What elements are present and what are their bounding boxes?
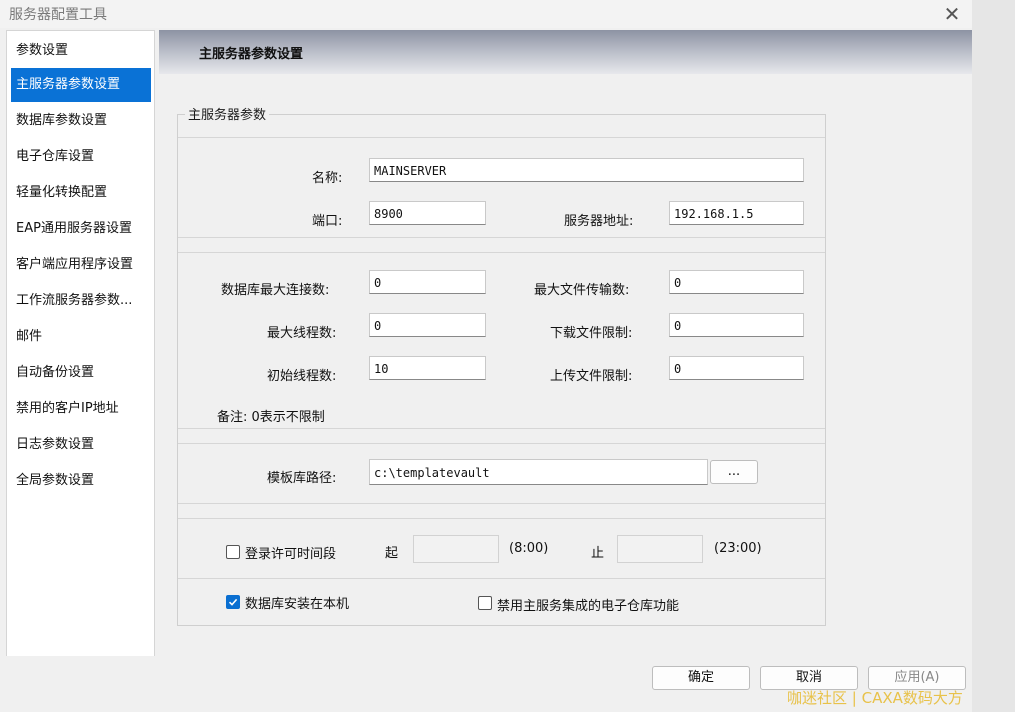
db-local-label: 数据库安装在本机: [245, 597, 350, 612]
max-file-transfers-input[interactable]: [669, 270, 804, 294]
sidebar-nav: 参数设置 主服务器参数设置 数据库参数设置 电子仓库设置 轻量化转换配置 EAP…: [6, 30, 155, 658]
template-path-label: 模板库路径:: [267, 471, 337, 486]
server-address-label: 服务器地址:: [564, 214, 634, 229]
port-label: 端口:: [312, 214, 343, 229]
sidebar-item-main-server[interactable]: 主服务器参数设置: [11, 68, 151, 102]
sidebar-item-global[interactable]: 全局参数设置: [11, 464, 151, 498]
group-title: 主服务器参数: [185, 104, 270, 123]
close-icon[interactable]: ✕: [932, 2, 972, 26]
db-max-connections-label: 数据库最大连接数:: [221, 283, 330, 298]
sidebar-item-vault[interactable]: 电子仓库设置: [11, 140, 151, 174]
login-time-label: 登录许可时间段: [245, 547, 337, 562]
window-title: 服务器配置工具: [9, 7, 107, 23]
initial-threads-input[interactable]: [369, 356, 486, 380]
sidebar-item-client-apps[interactable]: 客户端应用程序设置: [11, 248, 151, 282]
sidebar-item-params[interactable]: 参数设置: [11, 34, 151, 68]
divider: [178, 578, 825, 579]
download-limit-label: 下载文件限制:: [550, 326, 633, 341]
sidebar-item-mail[interactable]: 邮件: [11, 320, 151, 354]
main-panel: 主服务器参数设置 主服务器参数 名称: 端口: 服务器地址: 数据库最大连接数:…: [159, 30, 972, 656]
start-time-hint: (8:00): [509, 541, 549, 556]
initial-threads-label: 初始线程数:: [267, 369, 337, 384]
divider: [178, 137, 825, 138]
upload-limit-input[interactable]: [669, 356, 804, 380]
desktop-background: [972, 0, 1015, 712]
end-time-input[interactable]: [617, 535, 703, 563]
sidebar-item-eap[interactable]: EAP通用服务器设置: [11, 212, 151, 246]
max-threads-label: 最大线程数:: [267, 326, 337, 341]
sidebar-item-database[interactable]: 数据库参数设置: [11, 104, 151, 138]
upload-limit-label: 上传文件限制:: [550, 369, 633, 384]
download-limit-input[interactable]: [669, 313, 804, 337]
panel-header: 主服务器参数设置: [159, 30, 972, 74]
name-label: 名称:: [312, 171, 343, 186]
sidebar-item-blocked-ips[interactable]: 禁用的客户IP地址: [11, 392, 151, 426]
divider: [178, 237, 825, 238]
divider: [178, 503, 825, 504]
sidebar-item-lightweight[interactable]: 轻量化转换配置: [11, 176, 151, 210]
sidebar-item-log[interactable]: 日志参数设置: [11, 428, 151, 462]
divider: [178, 252, 825, 253]
note-text: 备注: 0表示不限制: [217, 410, 325, 425]
divider: [178, 428, 825, 429]
divider: [178, 443, 825, 444]
start-time-label: 起: [385, 546, 399, 561]
ok-button[interactable]: 确定: [652, 666, 750, 690]
panel-title: 主服务器参数设置: [199, 47, 304, 62]
end-time-label: 止: [591, 546, 605, 561]
title-bar: 服务器配置工具 ✕: [0, 0, 972, 28]
end-time-hint: (23:00): [714, 541, 762, 556]
sidebar-item-workflow[interactable]: 工作流服务器参数...: [11, 284, 151, 318]
name-input[interactable]: [369, 158, 804, 182]
checkmark-icon: [228, 598, 238, 606]
server-config-window: 服务器配置工具 ✕ 参数设置 主服务器参数设置 数据库参数设置 电子仓库设置 轻…: [0, 0, 972, 712]
max-threads-input[interactable]: [369, 313, 486, 337]
db-max-connections-input[interactable]: [369, 270, 486, 294]
watermark-text: 咖迷社区 | CAXA数码大方: [787, 689, 963, 707]
disable-vault-label: 禁用主服务集成的电子仓库功能: [497, 599, 680, 614]
template-path-input[interactable]: [369, 459, 708, 485]
max-file-transfers-label: 最大文件传输数:: [534, 283, 630, 298]
port-input[interactable]: [369, 201, 486, 225]
login-time-checkbox[interactable]: [226, 545, 240, 559]
divider: [178, 518, 825, 519]
db-local-checkbox[interactable]: [226, 595, 240, 609]
start-time-input[interactable]: [413, 535, 499, 563]
browse-button[interactable]: ...: [710, 460, 758, 484]
server-address-input[interactable]: [669, 201, 804, 225]
sidebar-item-auto-backup[interactable]: 自动备份设置: [11, 356, 151, 390]
disable-vault-checkbox[interactable]: [478, 596, 492, 610]
